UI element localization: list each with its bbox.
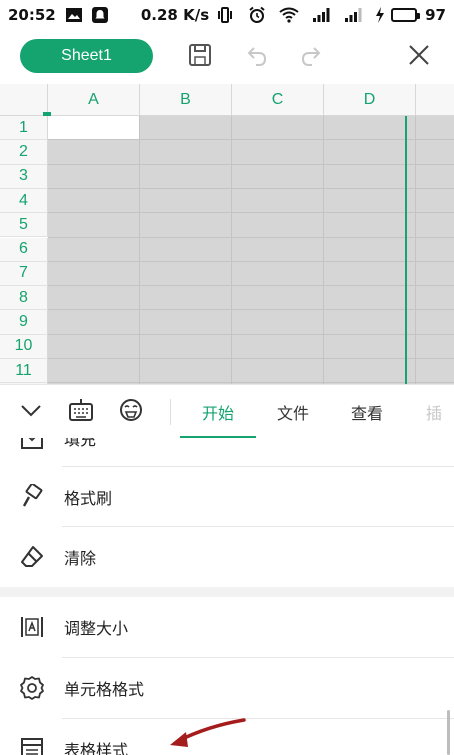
tab-divider xyxy=(170,399,171,425)
row-header-11[interactable]: 11 xyxy=(0,359,48,384)
menu-item-resize[interactable]: 调整大小 xyxy=(0,597,454,657)
select-all-corner[interactable] xyxy=(0,84,51,120)
start-menu-list: 填充 格式刷 清除 调整大小 单元格格式 表格样式 xyxy=(0,438,454,755)
battery-indicator: 97 xyxy=(391,6,446,24)
tab-view[interactable]: 查看 xyxy=(336,385,398,439)
tab-file[interactable]: 文件 xyxy=(262,385,324,439)
grid-row-line xyxy=(48,212,454,214)
keyboard-button[interactable] xyxy=(66,397,96,427)
row-header-9[interactable]: 9 xyxy=(0,310,48,335)
document-toolbar: Sheet1 xyxy=(0,30,454,82)
table-style-icon xyxy=(19,736,45,755)
grid-row-line xyxy=(48,163,454,165)
menu-item-label: 表格样式 xyxy=(64,741,129,755)
battery-icon xyxy=(391,8,421,22)
emoji-icon xyxy=(118,397,144,427)
close-button[interactable] xyxy=(402,40,436,74)
ribbon-tab-bar: 开始 文件 查看 插 xyxy=(0,384,454,439)
signal-icon xyxy=(311,5,331,25)
menu-item-label: 单元格格式 xyxy=(64,680,145,699)
scrollbar[interactable] xyxy=(447,710,450,755)
keyboard-icon xyxy=(68,397,94,427)
status-time: 20:52 xyxy=(8,6,56,24)
redo-icon xyxy=(299,43,323,71)
image-icon xyxy=(64,5,84,25)
grid-row-line xyxy=(48,309,454,311)
menu-item-format-painter[interactable]: 格式刷 xyxy=(0,467,454,527)
close-icon xyxy=(408,44,430,70)
charging-icon xyxy=(375,5,385,25)
row-header-10[interactable]: 10 xyxy=(0,334,48,359)
save-icon xyxy=(188,43,212,71)
grid-row-line xyxy=(48,285,454,287)
row-header-1[interactable]: 1 xyxy=(0,116,48,141)
tab-insert[interactable]: 插 xyxy=(420,385,454,439)
column-header-row: A B C D xyxy=(0,84,454,120)
column-header-a[interactable]: A xyxy=(48,84,140,116)
format-painter-icon xyxy=(19,484,45,510)
eraser-icon xyxy=(19,544,45,570)
column-header-d[interactable]: D xyxy=(324,84,416,116)
fill-icon xyxy=(19,438,45,451)
menu-item-clear[interactable]: 清除 xyxy=(0,527,454,587)
alarm-icon xyxy=(247,5,267,25)
row-header-6[interactable]: 6 xyxy=(0,237,48,262)
menu-item-label: 填充 xyxy=(64,438,97,449)
grid-column-line xyxy=(139,116,140,384)
resize-icon xyxy=(19,614,45,640)
menu-item-fill[interactable]: 填充 xyxy=(0,438,454,468)
sheet-tab[interactable]: Sheet1 xyxy=(20,39,153,73)
notification-icon xyxy=(90,5,110,25)
grid-row-line xyxy=(48,139,454,141)
menu-item-label: 清除 xyxy=(64,549,97,568)
net-speed: 0.28 K/s xyxy=(140,6,210,24)
emoji-button[interactable] xyxy=(116,397,146,427)
spreadsheet-grid[interactable]: A B C D 1 2 3 4 5 6 7 8 9 10 11 xyxy=(0,84,454,384)
row-header-2[interactable]: 2 xyxy=(0,140,48,165)
tab-start[interactable]: 开始 xyxy=(180,385,256,439)
annotation-arrow xyxy=(170,718,246,747)
column-header-e[interactable] xyxy=(416,84,454,116)
selection-border xyxy=(405,116,407,384)
row-header-8[interactable]: 8 xyxy=(0,286,48,311)
grid-row-line xyxy=(48,260,454,262)
column-header-b[interactable]: B xyxy=(140,84,232,116)
row-header-5[interactable]: 5 xyxy=(0,213,48,238)
undo-button[interactable] xyxy=(240,40,274,74)
grid-row-line xyxy=(48,187,454,189)
vibrate-icon xyxy=(215,5,235,25)
redo-button[interactable] xyxy=(294,40,328,74)
signal-icon xyxy=(343,5,363,25)
grid-column-line xyxy=(415,116,416,384)
save-button[interactable] xyxy=(183,40,217,74)
row-header-3[interactable]: 3 xyxy=(0,164,48,189)
menu-item-label: 调整大小 xyxy=(64,619,129,638)
grid-row-line xyxy=(48,333,454,335)
row-header-7[interactable]: 7 xyxy=(0,261,48,287)
menu-item-cell-format[interactable]: 单元格格式 xyxy=(0,658,454,718)
grid-row-line xyxy=(48,236,454,238)
active-cell-a1[interactable] xyxy=(48,116,140,140)
wifi-icon xyxy=(279,5,299,25)
collapse-chevron-icon xyxy=(19,398,43,426)
grid-column-line xyxy=(231,116,232,384)
menu-group-gap xyxy=(0,587,454,597)
column-header-c[interactable]: C xyxy=(232,84,324,116)
collapse-button[interactable] xyxy=(16,397,46,427)
menu-item-label: 格式刷 xyxy=(64,489,113,508)
battery-level: 97 xyxy=(425,6,446,24)
gear-icon xyxy=(19,675,45,701)
cells-area[interactable] xyxy=(48,116,454,384)
row-header-4[interactable]: 4 xyxy=(0,188,48,214)
grid-column-line xyxy=(323,116,324,384)
undo-icon xyxy=(245,43,269,71)
grid-row-line xyxy=(48,358,454,359)
status-bar: 20:52 0.28 K/s 97 xyxy=(0,0,454,30)
